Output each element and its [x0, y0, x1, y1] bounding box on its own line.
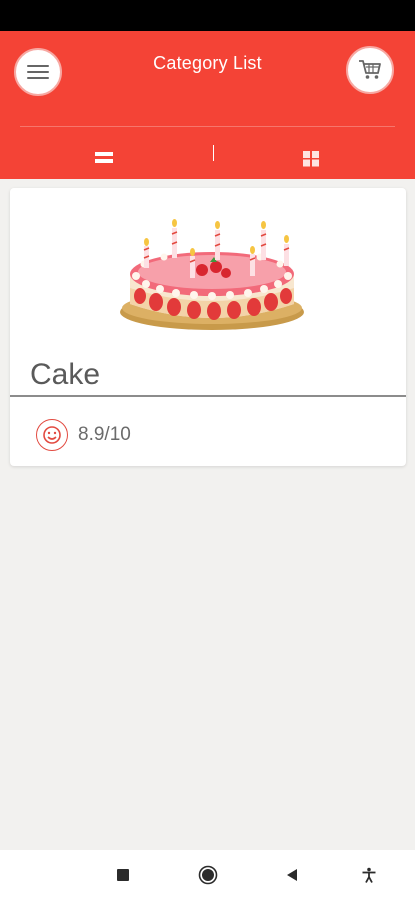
smiley-icon	[36, 419, 68, 451]
cake-image	[120, 219, 304, 330]
back-icon[interactable]	[284, 867, 300, 883]
shopping-cart-icon	[359, 60, 381, 79]
home-icon[interactable]	[198, 865, 218, 885]
category-card[interactable]: Cake 8.9/10	[10, 188, 406, 466]
header-divider	[20, 126, 395, 127]
grid-view-icon[interactable]	[302, 150, 320, 167]
recent-apps-icon[interactable]	[115, 867, 131, 883]
cart-button[interactable]	[346, 46, 394, 94]
category-rating: 8.9/10	[78, 424, 131, 445]
category-name: Cake	[30, 358, 101, 391]
list-view-icon[interactable]	[94, 150, 114, 166]
system-nav-bar	[0, 850, 415, 900]
status-bar	[0, 0, 415, 31]
card-divider	[10, 395, 406, 397]
app-bar: Category List	[0, 31, 415, 179]
view-toggle-separator	[213, 145, 214, 161]
accessibility-icon[interactable]	[361, 867, 377, 883]
